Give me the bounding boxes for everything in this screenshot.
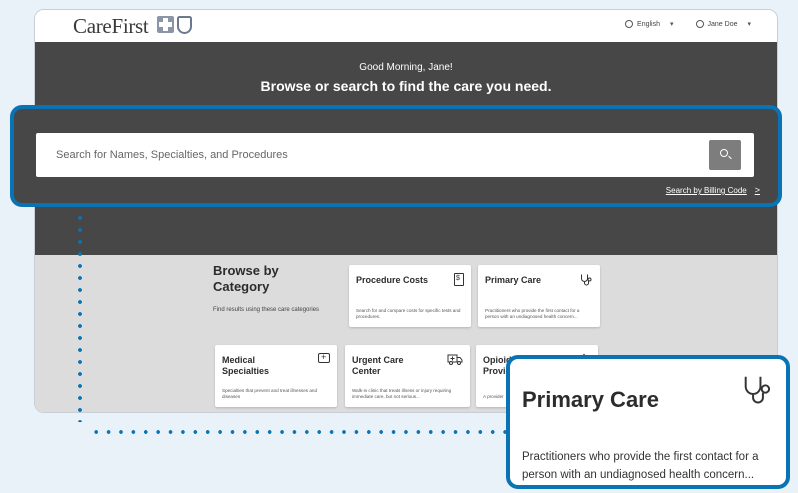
card-description: Specialties that prevent and treat illne…	[222, 388, 317, 399]
top-nav: English ▾ Jane Doe ▾	[625, 20, 751, 28]
category-card-urgent-care[interactable]: Urgent Care Center Walk-in clinic that t…	[345, 345, 470, 407]
search-icon	[720, 149, 728, 157]
dollar-document-icon	[454, 273, 464, 286]
blue-shield-icon	[177, 16, 192, 34]
card-title: Procedure Costs	[356, 275, 429, 285]
card-title: Medical Specialties	[222, 355, 270, 376]
zoom-desc-line-2: person with an undiagnosed health concer…	[522, 469, 755, 481]
zoom-desc-line-1: Practitioners who provide the first cont…	[522, 451, 759, 463]
ambulance-icon	[447, 353, 463, 369]
search-box	[36, 133, 754, 177]
category-card-medical-specialties[interactable]: Medical Specialties Specialties that pre…	[215, 345, 337, 407]
zoom-card-title: Primary Care	[522, 387, 659, 412]
greeting: Good Morning, Jane!	[359, 62, 453, 73]
category-card-primary-care[interactable]: Primary Care Practitioners who provide t…	[478, 265, 600, 327]
zoom-card-description: Practitioners who provide the first cont…	[522, 448, 759, 484]
medical-kit-icon	[318, 352, 330, 363]
primary-care-zoom-callout: Primary Care Practitioners who provide t…	[506, 355, 790, 489]
search-input[interactable]	[56, 133, 696, 177]
globe-icon	[625, 20, 634, 28]
search-by-billing-code-link[interactable]: Search by Billing Code >	[666, 185, 760, 195]
chevron-right-icon: >	[754, 185, 760, 195]
user-icon	[695, 20, 704, 28]
card-description: Practitioners who provide the first cont…	[485, 308, 580, 319]
search-button[interactable]	[709, 140, 741, 170]
card-title: Urgent Care Center	[352, 355, 404, 376]
language-label: English	[637, 20, 660, 28]
browse-title: Browse by Category	[213, 263, 323, 295]
browse-title-text: Browse by Category	[213, 263, 279, 294]
card-description: Walk-in clinic that treats illness or in…	[352, 388, 452, 399]
connector-dots-horizontal	[90, 430, 510, 434]
user-menu[interactable]: Jane Doe ▾	[695, 20, 751, 28]
billing-link-label: Search by Billing Code	[665, 186, 747, 195]
language-selector[interactable]: English ▾	[625, 20, 674, 28]
user-name: Jane Doe	[707, 20, 738, 28]
blue-cross-icon	[157, 16, 174, 33]
bluecross-blueshield-logo	[157, 16, 192, 34]
top-bar: CareFirst English ▾ Jane Doe ▾	[35, 10, 777, 43]
app-window: CareFirst English ▾ Jane Doe ▾ Good Morn…	[34, 9, 778, 413]
category-card-procedure-costs[interactable]: Procedure Costs Search for and compare c…	[349, 265, 471, 327]
page-headline: Browse or search to find the care you ne…	[260, 78, 552, 94]
stethoscope-icon	[742, 373, 774, 410]
browse-subtitle: Find results using these care categories	[213, 307, 320, 313]
chevron-down-icon: ▾	[747, 21, 751, 28]
carefirst-logo[interactable]: CareFirst	[73, 14, 149, 39]
search-panel-highlight: Search by Billing Code >	[10, 105, 782, 207]
chevron-down-icon: ▾	[670, 21, 674, 28]
stethoscope-icon	[580, 273, 593, 289]
connector-dots-vertical	[78, 212, 82, 422]
card-description: Search for and compare costs for specifi…	[356, 308, 461, 319]
card-title: Primary Care	[485, 275, 542, 285]
